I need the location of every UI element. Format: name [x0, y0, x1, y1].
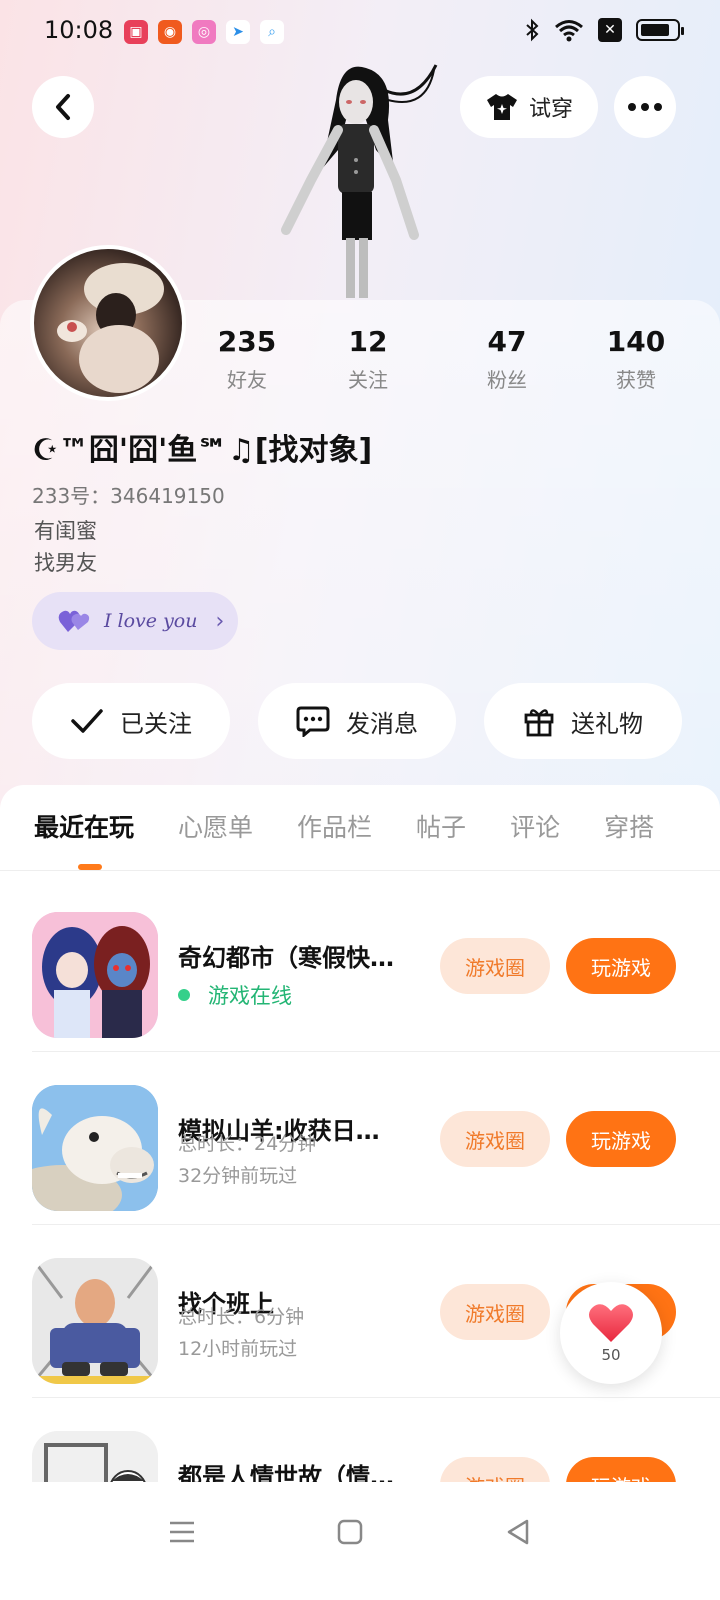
followers-label: 粉丝 [487, 368, 527, 392]
following-stat[interactable]: 12 关注 [294, 325, 442, 393]
following-label: 关注 [348, 368, 388, 392]
friends-label: 好友 [227, 368, 267, 392]
bio-line-2: 找男友 [34, 551, 97, 575]
system-navigation-bar [0, 1482, 720, 1600]
send-gift-label: 送礼物 [571, 709, 643, 738]
tab-works[interactable]: 作品栏 [297, 808, 372, 844]
profile-stats: 235 好友 12 关注 47 粉丝 140 获赞 [200, 325, 700, 393]
avatar-figure [281, 64, 438, 298]
back-arrow-icon [56, 94, 70, 120]
game-duration: 总时长：24分钟 [178, 1133, 317, 1155]
profile-tag-button[interactable]: I love you › [32, 592, 238, 650]
home-square-icon [337, 1519, 363, 1545]
home-nav-button[interactable] [328, 1510, 372, 1554]
profile-tag-text: I love you [104, 610, 198, 632]
game-last-played: 12小时前玩过 [178, 1338, 298, 1360]
game-duration: 总时长：6分钟 [178, 1306, 305, 1328]
friends-count: 235 [217, 325, 277, 358]
likes-count: 140 [606, 325, 666, 358]
more-options-button[interactable] [614, 76, 676, 138]
anime-characters-image [32, 912, 158, 1038]
online-status: 游戏在线 [178, 980, 292, 1010]
profile-uid: 233号：346419150 [32, 484, 225, 508]
likes-stat[interactable]: 140 获赞 [572, 325, 700, 393]
chat-bubble-icon [296, 706, 330, 737]
status-indicators: ✕ [524, 18, 684, 42]
check-icon [71, 709, 103, 733]
message-button[interactable]: 发消息 [258, 683, 456, 759]
profile-avatar[interactable] [30, 245, 186, 401]
followed-button[interactable]: 已关注 [32, 683, 230, 759]
send-gift-button[interactable]: 送礼物 [484, 683, 682, 759]
following-count: 12 [348, 325, 388, 358]
game-list-item[interactable]: 奇幻都市（寒假快… 游戏在线 游戏圈 玩游戏 [32, 880, 720, 1052]
followers-count: 47 [487, 325, 527, 358]
gift-icon [524, 709, 554, 737]
followed-label: 已关注 [120, 709, 192, 738]
search-app-icon: ⌕ [260, 20, 284, 44]
game-icon-goat-simulator [32, 1085, 158, 1211]
heart-icon [589, 1304, 633, 1342]
send-icon: ➤ [226, 20, 250, 44]
friends-stat[interactable]: 235 好友 [200, 325, 294, 393]
profile-bio: 有闺蜜 找男友 [34, 515, 97, 579]
tab-outfits[interactable]: 穿搭 [604, 808, 654, 844]
menu-nav-button[interactable] [160, 1510, 204, 1554]
battery-icon [636, 19, 684, 41]
goat-image [32, 1085, 158, 1211]
message-label: 发消息 [346, 709, 418, 738]
tab-wishlist[interactable]: 心愿单 [178, 808, 253, 844]
like-float-button[interactable]: 50 [560, 1282, 662, 1384]
app-pink-icon: ◎ [192, 20, 216, 44]
game-circle-button[interactable]: 游戏圈 [440, 938, 550, 994]
profile-tabs: 最近在玩 心愿单 作品栏 帖子 评论 穿搭 [34, 808, 698, 844]
status-time: 10:08 [44, 16, 114, 44]
double-heart-icon [58, 610, 90, 632]
online-status-text: 游戏在线 [208, 984, 292, 1008]
play-game-button[interactable]: 玩游戏 [566, 1111, 676, 1167]
bio-line-1: 有闺蜜 [34, 519, 97, 543]
list-divider [32, 1397, 720, 1398]
tab-posts[interactable]: 帖子 [416, 808, 466, 844]
wifi-icon [555, 20, 583, 42]
screen-record-icon: ▣ [124, 20, 148, 44]
likes-label: 获赞 [616, 368, 656, 392]
play-game-button[interactable]: 玩游戏 [566, 938, 676, 994]
list-divider [32, 1224, 720, 1225]
game-list-item[interactable]: 模拟山羊:收获日… 总时长：24分钟 32分钟前玩过 游戏圈 玩游戏 [32, 1053, 720, 1225]
profile-page: 10:08 ▣ ◉ ◎ ➤ ⌕ ✕ 试穿 235 好友 12 关注 47 粉丝 … [0, 0, 720, 1600]
tab-comments[interactable]: 评论 [510, 808, 560, 844]
followers-stat[interactable]: 47 粉丝 [442, 325, 572, 393]
tshirt-icon [486, 94, 517, 120]
back-nav-button[interactable] [496, 1510, 540, 1554]
try-on-label: 试穿 [528, 97, 573, 122]
try-on-button[interactable]: 试穿 [460, 76, 598, 138]
profile-actions: 已关注 发消息 送礼物 [32, 683, 682, 759]
notification-icons: ▣ ◉ ◎ ➤ ⌕ [124, 20, 284, 44]
game-icon-fantasy-city [32, 912, 158, 1038]
online-dot-icon [178, 989, 190, 1001]
tabs-divider [0, 870, 720, 871]
bluetooth-icon [526, 18, 539, 42]
more-dots-icon [628, 103, 662, 111]
profile-nickname: ☪™囧'囧'鱼℠♫[找对象] [32, 433, 373, 468]
game-circle-button[interactable]: 游戏圈 [440, 1111, 550, 1167]
no-sim-icon: ✕ [598, 18, 622, 42]
avatar-photo [57, 263, 164, 393]
game-last-played: 32分钟前玩过 [178, 1165, 298, 1187]
tab-recently-played[interactable]: 最近在玩 [34, 808, 134, 844]
menu-icon [170, 1521, 194, 1543]
list-divider [32, 1051, 720, 1052]
chevron-right-icon: › [215, 608, 225, 634]
status-bar: 10:08 ▣ ◉ ◎ ➤ ⌕ ✕ [0, 0, 720, 64]
game-title: 奇幻都市（寒假快… [178, 944, 394, 972]
like-count: 50 [601, 1346, 621, 1364]
back-triangle-icon [507, 1519, 529, 1545]
bald-man-image [32, 1258, 158, 1384]
game-icon-find-a-job [32, 1258, 158, 1384]
app-red-icon: ◉ [158, 20, 182, 44]
back-button[interactable] [32, 76, 94, 138]
game-circle-button[interactable]: 游戏圈 [440, 1284, 550, 1340]
